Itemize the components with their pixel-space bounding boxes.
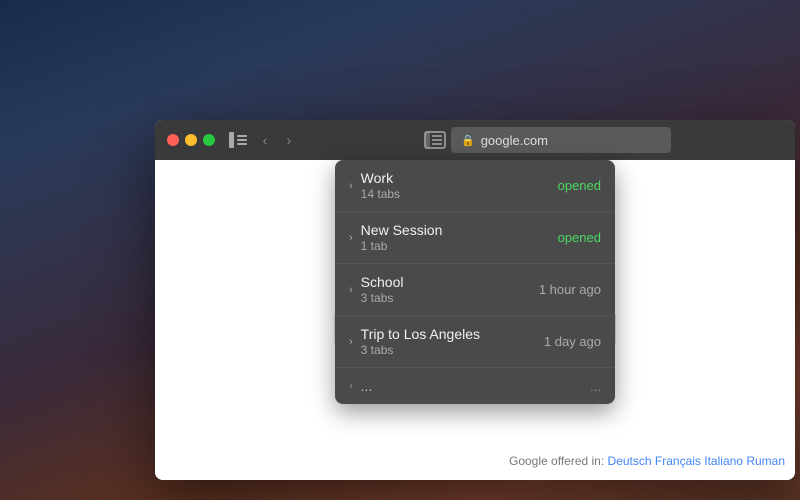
sessions-dropdown: › Work 14 tabs opened › New Session 1 ta… — [335, 160, 615, 404]
session-info-more: ... — [361, 378, 590, 394]
session-status: 1 day ago — [544, 334, 601, 349]
session-name: New Session — [361, 222, 558, 238]
session-name: School — [361, 274, 539, 290]
session-tabs: 1 tab — [361, 239, 558, 253]
sessions-icon — [424, 131, 446, 149]
sidebar-toggle-button[interactable] — [229, 132, 247, 148]
back-button[interactable]: ‹ — [255, 132, 275, 148]
session-info-trip: Trip to Los Angeles 3 tabs — [361, 326, 544, 357]
session-info-school: School 3 tabs — [361, 274, 539, 305]
session-tabs: 3 tabs — [361, 291, 539, 305]
lang-italiano[interactable]: Italiano — [704, 454, 743, 468]
title-bar: ‹ › 🔒 google.com — [155, 120, 795, 160]
session-name: Work — [361, 170, 558, 186]
forward-button[interactable]: › — [279, 132, 299, 148]
session-info-work: Work 14 tabs — [361, 170, 558, 201]
address-bar[interactable]: 🔒 google.com — [451, 127, 671, 153]
chevron-icon: › — [349, 380, 353, 392]
session-name: Trip to Los Angeles — [361, 326, 544, 342]
traffic-lights — [167, 134, 215, 146]
lock-icon: 🔒 — [461, 134, 475, 147]
minimize-button[interactable] — [185, 134, 197, 146]
session-status: ... — [590, 379, 601, 394]
session-status: opened — [558, 178, 601, 193]
close-button[interactable] — [167, 134, 179, 146]
session-tabs: 14 tabs — [361, 187, 558, 201]
session-item-trip[interactable]: › Trip to Los Angeles 3 tabs 1 day ago — [335, 316, 615, 368]
session-status: 1 hour ago — [539, 282, 601, 297]
chevron-icon: › — [349, 180, 353, 192]
session-status: opened — [558, 230, 601, 245]
chevron-icon: › — [349, 284, 353, 296]
lang-deutsch[interactable]: Deutsch — [608, 454, 652, 468]
sessions-button[interactable] — [419, 126, 451, 154]
maximize-button[interactable] — [203, 134, 215, 146]
browser-window: ‹ › 🔒 google.com › — [155, 120, 795, 480]
address-bar-area: 🔒 google.com — [307, 126, 783, 154]
session-tabs: 3 tabs — [361, 343, 544, 357]
offered-in-label: Google offered in: — [509, 454, 604, 468]
session-item-new-session[interactable]: › New Session 1 tab opened — [335, 212, 615, 264]
nav-buttons: ‹ › — [255, 132, 299, 148]
lang-francais[interactable]: Français — [655, 454, 701, 468]
session-item-more[interactable]: › ... ... — [335, 368, 615, 404]
url-text: google.com — [481, 133, 548, 148]
lang-ruman[interactable]: Ruman — [746, 454, 785, 468]
session-name: ... — [361, 378, 590, 394]
sidebar-icon — [229, 132, 247, 148]
session-item-work[interactable]: › Work 14 tabs opened — [335, 160, 615, 212]
chevron-icon: › — [349, 232, 353, 244]
offered-in: Google offered in: Deutsch Français Ital… — [509, 454, 785, 468]
session-info-new-session: New Session 1 tab — [361, 222, 558, 253]
chevron-icon: › — [349, 336, 353, 348]
session-item-school[interactable]: › School 3 tabs 1 hour ago — [335, 264, 615, 316]
